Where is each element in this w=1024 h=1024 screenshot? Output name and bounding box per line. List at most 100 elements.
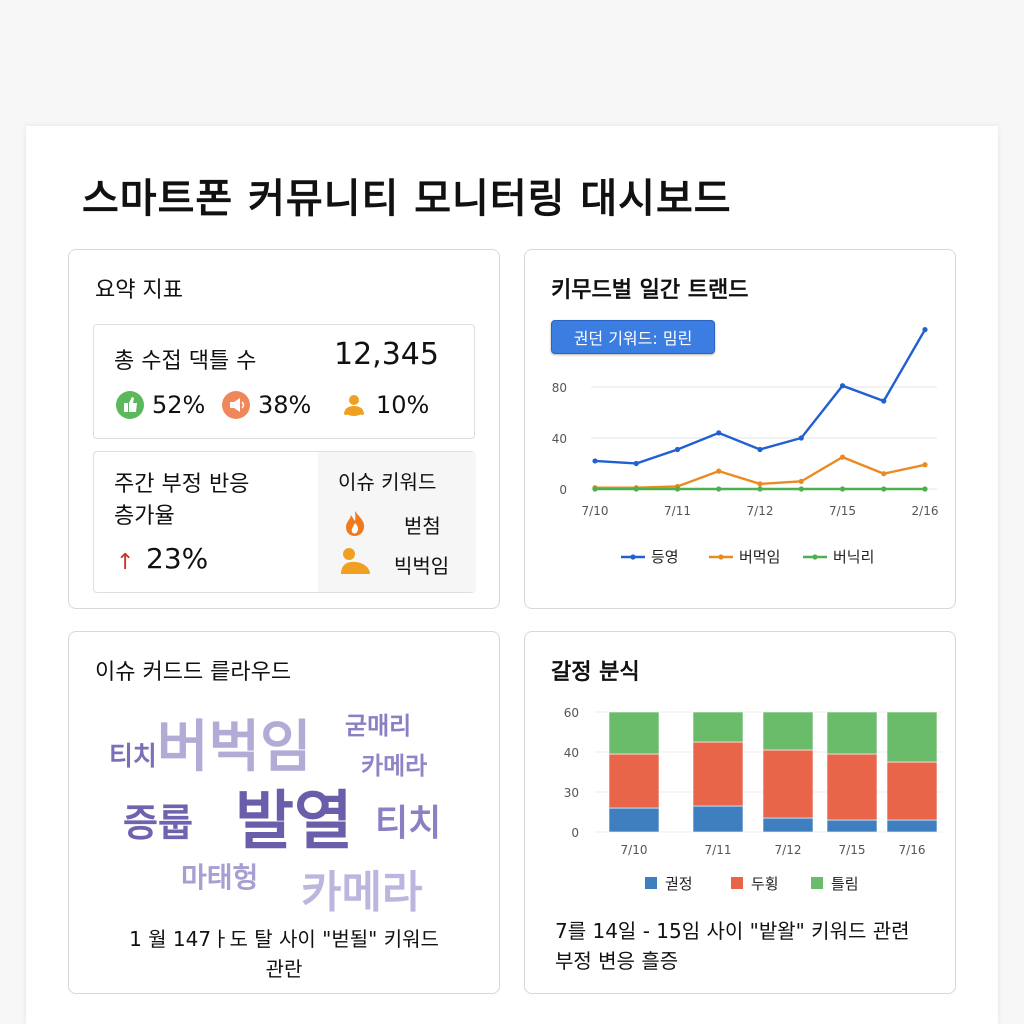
data-point (881, 486, 887, 492)
data-point (839, 383, 846, 389)
word-cloud-panel: 이슈 커드드 릍라우드 버벅임 티치 굳매리 카메라 증룹 발열 티치 마태헝 … (68, 631, 500, 994)
issue-keyword-box: 이슈 키워드 벋첨 빅벅임 (318, 452, 476, 592)
legend-label: 궏정 (665, 875, 693, 893)
data-point (633, 486, 639, 492)
x-tick-label: 7/11 (664, 504, 691, 518)
legend-marker (718, 554, 724, 560)
total-label: 총 수접 댁틀 수 (114, 349, 257, 374)
legend-marker (812, 554, 818, 560)
y-tick-label: 40 (564, 746, 579, 760)
y-tick-label: 80 (552, 381, 567, 395)
stacked-bar-segment (692, 741, 744, 807)
legend-label: 버먹임 (739, 548, 780, 566)
x-tick-label: 7/15 (839, 843, 866, 857)
x-tick-label: 7/12 (775, 843, 802, 857)
y-tick-label: 40 (552, 432, 567, 446)
positive-stat: 52% (116, 391, 205, 419)
y-tick-label: 0 (559, 483, 567, 497)
legend-swatch (731, 877, 743, 889)
data-point (881, 398, 887, 404)
data-point (757, 481, 763, 487)
negative-pct: 38% (258, 391, 312, 419)
stacked-bar-segment (762, 749, 814, 819)
stacked-bar-segment (608, 711, 660, 755)
total-box: 총 수접 댁틀 수 12,345 52% 38% 10% (93, 324, 475, 439)
stacked-bar-segment (826, 819, 878, 833)
data-point (716, 468, 722, 474)
issue-keyword-title: 이슈 키워드 (338, 470, 437, 494)
summary-panel: 요약 지표 총 수접 댁틀 수 12,345 52% 38% 10% 주간 부정… (68, 249, 500, 609)
stacked-bar-segment (762, 711, 814, 751)
neutral-person-icon (340, 391, 368, 419)
megaphone-icon (222, 391, 250, 419)
legend-label: 버닉리 (833, 548, 874, 566)
cloud-word: 카메라 (301, 867, 423, 918)
cloud-word: 티치 (109, 742, 157, 772)
cloud-word: 티치 (375, 803, 442, 844)
y-tick-label: 30 (564, 786, 579, 800)
cloud-title: 이슈 커드드 릍라우드 (95, 660, 292, 685)
data-point (674, 486, 681, 492)
fire-icon (340, 508, 370, 542)
legend-label: 두횡 (751, 875, 779, 893)
legend-label: 등영 (651, 548, 679, 566)
issue-keyword-2: 빅벅임 (394, 554, 450, 578)
cloud-word: 카메라 (361, 752, 428, 780)
trend-panel: 키무드벌 일간 트랜드 권던 기워드: 밈린 0 40 80 7/10 7/11 7/12… (524, 249, 956, 609)
sentiment-caption-line-2: 부정 변응 흘증 (555, 949, 679, 973)
cloud-word: 굳매리 (345, 712, 412, 740)
issue-keyword-1: 벋첨 (404, 514, 441, 538)
summary-title: 요약 지표 (95, 278, 183, 303)
x-tick-label: 7/15 (829, 504, 856, 518)
weekly-label-1: 주간 부정 반응 (114, 472, 250, 497)
data-point (839, 486, 846, 492)
neutral-pct: 10% (376, 391, 430, 419)
cloud-word: 증룹 (123, 801, 193, 845)
negative-stat: 38% (222, 391, 311, 419)
data-point (922, 462, 928, 468)
data-point (757, 486, 763, 492)
data-point (839, 454, 846, 460)
total-value: 12,345 (334, 337, 439, 372)
sentiment-caption-line-1: 7를 14일 - 15임 사이 "밭왈" 키워드 관련 (555, 919, 910, 943)
stacked-bar-segment (886, 761, 938, 821)
data-point (922, 327, 928, 333)
x-tick-label: 7/12 (747, 504, 774, 518)
data-point (633, 460, 639, 467)
legend-swatch (645, 877, 657, 889)
legend-swatch (811, 877, 823, 889)
dashboard-board: 스마트폰 커뮤니티 모니터링 대시보드 요약 지표 총 수접 댁틀 수 12,3… (26, 126, 998, 1024)
x-tick-label: 7/16 (899, 843, 926, 857)
trend-line-chart: 0 40 80 7/10 7/11 7/12 7/15 2/16 등영 버먹임 버닉리 (552, 327, 939, 566)
x-tick-label: 7/11 (705, 843, 732, 857)
cloud-word: 발열 (235, 785, 353, 859)
data-point (798, 486, 804, 492)
data-point (674, 446, 681, 453)
person-icon (338, 546, 372, 580)
data-point (798, 435, 804, 441)
x-tick-label: 7/10 (582, 504, 609, 518)
positive-pct: 52% (152, 391, 206, 419)
weekly-value: 23% (146, 542, 209, 575)
y-tick-label: 60 (564, 706, 579, 720)
data-point (798, 478, 804, 484)
arrow-up-icon: ↑ (116, 550, 135, 575)
data-point (922, 486, 928, 492)
stacked-bar-segment (886, 819, 938, 833)
x-tick-label: 2/16 (912, 504, 939, 518)
cloud-word: 마태헝 (181, 861, 259, 894)
data-point (592, 486, 598, 492)
stacked-bar-segment (762, 817, 814, 833)
data-point (716, 430, 722, 436)
data-point (881, 471, 887, 477)
stacked-bar-segment (826, 753, 878, 821)
sentiment-bar-chart: 0 30 40 60 7/10 7/11 7/12 7/15 7/16 궏정 두횡 틀림 (564, 706, 943, 893)
page-title: 스마트폰 커뮤니티 모니터링 대시보드 (82, 176, 732, 222)
weekly-label-2: 층가율 (114, 504, 175, 529)
cloud-caption-line-2: 관란 (265, 957, 303, 981)
y-tick-label: 0 (571, 826, 579, 840)
data-point (592, 458, 598, 464)
series-line (594, 329, 927, 465)
stacked-bar-segment (826, 711, 878, 755)
cloud-caption: 1 월 147ㅏ도 탈 사이 "벋될" 키워드 관란 (69, 924, 499, 984)
